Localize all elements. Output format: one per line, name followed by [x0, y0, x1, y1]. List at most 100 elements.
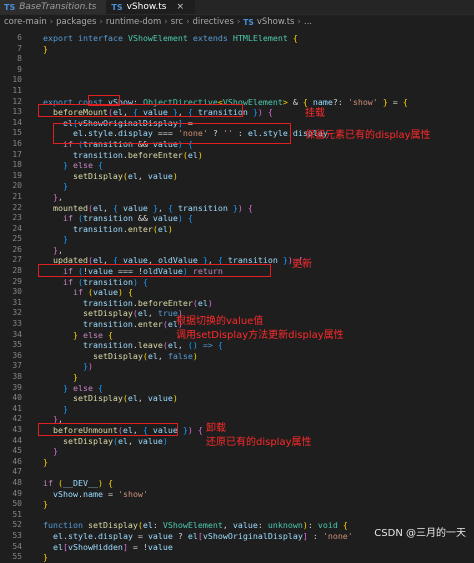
code-line[interactable]: 39 } else {: [0, 383, 474, 394]
line-number: 22: [12, 202, 22, 212]
annotation-preserve: 保留元素已有的display属性: [305, 130, 431, 141]
breadcrumb-symbol[interactable]: ...: [304, 17, 312, 27]
chevron-right-icon: ›: [186, 17, 190, 27]
line-number: 25: [12, 234, 22, 244]
code-line[interactable]: 41 }: [0, 404, 474, 415]
code-text: }: [43, 552, 48, 563]
code-text: }: [72, 372, 78, 382]
code-line[interactable]: 21 },: [0, 192, 474, 203]
code-text: }: [52, 446, 58, 457]
line-number: 55: [12, 552, 22, 562]
editor-tab-bar: TS BaseTransition.ts TS vShow.ts ×: [0, 0, 474, 15]
typescript-file-icon: TS: [4, 2, 16, 12]
code-text: export interface VShowElement extends HT…: [43, 33, 298, 43]
code-line[interactable]: 54 el[vShowHidden] = !value: [0, 542, 474, 553]
line-number: 43: [12, 424, 22, 434]
code-line[interactable]: 6 export interface VShowElement extends …: [0, 33, 474, 44]
code-line[interactable]: 48 if (__DEV__) {: [0, 478, 474, 489]
code-line[interactable]: 19 setDisplay(el, value): [0, 171, 474, 182]
breadcrumb-file[interactable]: vShow.ts: [257, 17, 295, 27]
code-line[interactable]: 55 }: [0, 552, 474, 563]
breadcrumb-item[interactable]: packages: [56, 17, 96, 27]
code-line[interactable]: 18 } else {: [0, 160, 474, 171]
code-text: transition.enter(el): [72, 223, 173, 234]
line-number: 18: [12, 160, 22, 170]
tab-vshow[interactable]: TS vShow.ts ×: [107, 0, 196, 14]
code-line[interactable]: 36 setDisplay(el, false): [0, 351, 474, 362]
line-number: 30: [12, 287, 22, 297]
line-number: 7: [17, 43, 22, 53]
typescript-file-icon: TS: [243, 17, 254, 27]
line-number: 23: [12, 213, 22, 223]
code-text: if (value) {: [72, 287, 133, 298]
code-text: } else {: [72, 329, 113, 340]
line-number: 17: [12, 149, 22, 159]
code-line[interactable]: 31 transition.beforeEnter(el): [0, 298, 474, 309]
code-line[interactable]: 11: [0, 86, 474, 97]
code-line[interactable]: 9: [0, 65, 474, 76]
line-number: 53: [12, 530, 22, 540]
breadcrumb-item[interactable]: src: [171, 17, 183, 27]
code-line[interactable]: 24 transition.enter(el): [0, 224, 474, 235]
breadcrumb-item[interactable]: core-main: [4, 17, 47, 27]
code-line[interactable]: 50 }: [0, 499, 474, 510]
line-number: 45: [12, 446, 22, 456]
code-text: transition.enter(el): [82, 319, 183, 330]
code-line[interactable]: 22 mounted(el, { value }, { transition }…: [0, 203, 474, 214]
code-text: mounted(el, { value }, { transition }) {: [52, 202, 253, 213]
annotation-mount: 挂载: [305, 108, 325, 119]
tab-label: vShow.ts: [126, 2, 167, 12]
code-line[interactable]: 17 transition.beforeEnter(el): [0, 150, 474, 161]
code-line[interactable]: 51: [0, 510, 474, 521]
breadcrumb-item[interactable]: runtime-dom: [106, 17, 161, 27]
tab-base-transition[interactable]: TS BaseTransition.ts: [0, 0, 108, 14]
code-line[interactable]: 35 transition.leave(el, () => {: [0, 340, 474, 351]
code-text: setDisplay(el, value): [72, 170, 178, 181]
code-text: }): [82, 361, 93, 372]
code-text: } else {: [62, 382, 103, 393]
line-number: 10: [12, 75, 22, 85]
code-line[interactable]: 23 if (transition && value) {: [0, 213, 474, 224]
highlight-box-beforemount: [38, 104, 243, 117]
code-line[interactable]: 29 if (transition) {: [0, 277, 474, 288]
breadcrumb-item[interactable]: directives: [193, 17, 234, 27]
code-line[interactable]: 20 }: [0, 181, 474, 192]
code-text: },: [52, 244, 63, 255]
chevron-right-icon: ›: [49, 17, 54, 27]
highlight-box-display: [53, 123, 291, 144]
csdn-watermark: CSDN @三月的一天: [374, 528, 466, 539]
line-number: 15: [12, 128, 22, 138]
code-line[interactable]: 46 }: [0, 457, 474, 468]
line-number: 54: [12, 541, 22, 551]
code-line[interactable]: 26 },: [0, 245, 474, 256]
code-line[interactable]: 49 vShow.name = 'show': [0, 489, 474, 500]
code-text: transition.leave(el, () => {: [82, 340, 223, 351]
code-text: setDisplay(el, value): [62, 435, 168, 446]
line-number: 34: [12, 329, 22, 339]
code-line[interactable]: 40 setDisplay(el, value): [0, 393, 474, 404]
line-number: 27: [12, 255, 22, 265]
line-number: 12: [12, 96, 22, 106]
code-line[interactable]: 30 if (value) {: [0, 287, 474, 298]
line-number: 35: [12, 340, 22, 350]
code-line[interactable]: 47: [0, 467, 474, 478]
code-text: },: [52, 191, 63, 202]
code-text: el.style.display = value ? el[vShowOrigi…: [52, 530, 353, 541]
code-text: el[vShowHidden] = !value: [52, 541, 173, 552]
code-line[interactable]: 10: [0, 75, 474, 86]
code-line[interactable]: 7 }: [0, 44, 474, 55]
line-number: 14: [12, 117, 22, 127]
line-number: 29: [12, 276, 22, 286]
code-line[interactable]: 25 }: [0, 234, 474, 245]
code-line[interactable]: 37 }): [0, 361, 474, 372]
line-number: 38: [12, 372, 22, 381]
line-number: 47: [12, 467, 22, 477]
line-number: 32: [12, 308, 22, 318]
line-number: 9: [17, 64, 22, 74]
line-number: 20: [12, 181, 22, 191]
highlight-box-updated: [38, 264, 271, 277]
code-line[interactable]: 38 }: [0, 372, 474, 383]
close-icon[interactable]: ×: [176, 2, 184, 12]
code-line[interactable]: 8: [0, 54, 474, 65]
line-number: 49: [12, 488, 22, 498]
